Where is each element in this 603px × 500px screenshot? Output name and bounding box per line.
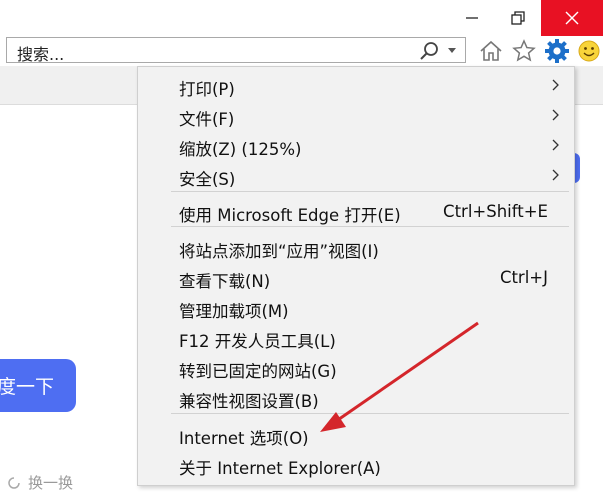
search-icon[interactable] xyxy=(419,41,439,61)
chevron-right-icon xyxy=(552,109,559,121)
search-submit-button[interactable]: 度一下 xyxy=(0,359,76,412)
toolbar-row: 搜索... xyxy=(0,36,603,66)
minimize-icon xyxy=(466,17,478,19)
menu-item-label: 打印(P) xyxy=(179,80,235,99)
menu-item[interactable]: 文件(F) xyxy=(138,101,574,131)
chevron-down-icon[interactable] xyxy=(447,43,457,57)
menu-item[interactable]: 打印(P) xyxy=(138,71,574,101)
menu-item-label: 查看下载(N) xyxy=(179,272,271,291)
menu-item[interactable]: 安全(S) xyxy=(138,161,574,191)
menu-item[interactable]: 缩放(Z) (125%) xyxy=(138,131,574,161)
smiley-icon xyxy=(578,40,600,62)
menu-item[interactable]: 将站点添加到“应用”视图(I) xyxy=(138,233,574,263)
menu-item-label: 关于 Internet Explorer(A) xyxy=(179,459,381,478)
menu-item[interactable]: F12 开发人员工具(L) xyxy=(138,323,574,353)
menu-item-label: 使用 Microsoft Edge 打开(E) xyxy=(179,206,401,225)
home-button[interactable] xyxy=(478,38,504,64)
search-submit-label: 度一下 xyxy=(0,376,54,398)
chevron-right-icon xyxy=(552,79,559,91)
refresh-link[interactable]: 换一换 xyxy=(6,472,73,493)
menu-item-shortcut: Ctrl+Shift+E xyxy=(443,202,548,221)
favorites-button[interactable] xyxy=(511,38,537,64)
menu-item-label: 安全(S) xyxy=(179,170,236,189)
menu-item[interactable]: 使用 Microsoft Edge 打开(E) Ctrl+Shift+E xyxy=(138,197,574,227)
chevron-right-icon xyxy=(552,169,559,181)
search-input[interactable]: 搜索... xyxy=(6,37,466,64)
minimize-button[interactable] xyxy=(449,0,495,36)
close-button[interactable] xyxy=(541,0,603,36)
menu-item[interactable]: 转到已固定的网站(G) xyxy=(138,353,574,383)
star-icon xyxy=(512,39,536,62)
menu-item-label: 文件(F) xyxy=(179,110,235,129)
menu-item-label: F12 开发人员工具(L) xyxy=(179,332,336,351)
menu-item-label: 兼容性视图设置(B) xyxy=(179,392,319,411)
menu-item[interactable]: 兼容性视图设置(B) xyxy=(138,383,574,413)
menu-separator xyxy=(171,413,569,414)
gear-icon xyxy=(545,39,569,63)
menu-item[interactable]: 查看下载(N) Ctrl+J xyxy=(138,263,574,293)
menu-item-label: 转到已固定的网站(G) xyxy=(179,362,337,381)
menu-item[interactable]: 管理加载项(M) xyxy=(138,293,574,323)
tools-menu: 打印(P) 文件(F) 缩放(Z) (125%) 安全(S) 使用 Microsoft … xyxy=(137,66,575,486)
menu-item-label: Internet 选项(O) xyxy=(179,429,309,448)
search-input-text: 搜索... xyxy=(17,45,65,64)
menu-item-label: 将站点添加到“应用”视图(I) xyxy=(179,242,379,261)
menu-item[interactable]: Internet 选项(O) xyxy=(138,420,574,450)
close-icon xyxy=(565,11,579,25)
menu-separator xyxy=(171,191,569,192)
menu-item-label: 缩放(Z) (125%) xyxy=(179,140,302,159)
feedback-button[interactable] xyxy=(576,38,602,64)
refresh-icon xyxy=(8,476,20,489)
menu-item-shortcut: Ctrl+J xyxy=(499,268,548,287)
menu-item[interactable]: 关于 Internet Explorer(A) xyxy=(138,450,574,480)
chevron-right-icon xyxy=(552,139,559,151)
home-icon xyxy=(480,40,502,61)
restore-icon xyxy=(511,11,525,25)
restore-button[interactable] xyxy=(495,0,541,36)
refresh-label: 换一换 xyxy=(28,474,74,492)
window-caption-buttons xyxy=(449,0,603,36)
tools-button[interactable] xyxy=(544,38,570,64)
menu-item-label: 管理加载项(M) xyxy=(179,302,289,321)
